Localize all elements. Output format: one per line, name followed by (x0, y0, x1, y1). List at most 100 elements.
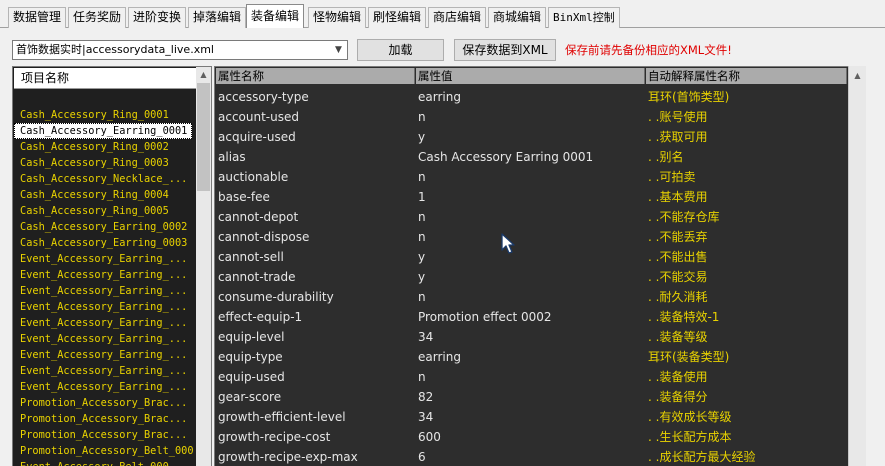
property-explain-cell: . .耐久消耗 (648, 290, 708, 304)
table-row[interactable]: alias Cash Accessory Earring 0001 . .别名 (215, 147, 865, 167)
list-item[interactable]: Event_Accessory_Earring_... (14, 379, 196, 395)
table-row[interactable]: account-used n . .账号使用 (215, 107, 865, 127)
list-item[interactable]: Event_Accessory_Earring_... (14, 251, 196, 267)
table-row[interactable]: accessory-type earring 耳环(首饰类型) (215, 87, 865, 107)
tab-monster-edit[interactable]: 怪物编辑 (308, 7, 367, 28)
table-row[interactable]: auctionable n . .可拍卖 (215, 167, 865, 187)
list-item[interactable]: Event_Accessory_Earring_... (14, 299, 196, 315)
table-row[interactable]: equip-type earring 耳环(装备类型) (215, 347, 865, 367)
table-row[interactable]: growth-efficient-level 34 . .有效成长等级 (215, 407, 865, 427)
list-item[interactable]: Event_Accessory_Earring_... (14, 347, 196, 363)
property-value-cell[interactable]: 82 (418, 387, 433, 407)
table-row[interactable]: cannot-dispose n . .不能丢弃 (215, 227, 865, 247)
property-value-cell[interactable]: n (418, 167, 426, 187)
property-value-cell[interactable]: Promotion effect 0002 (418, 307, 552, 327)
property-value-cell[interactable]: Cash Accessory Earring 0001 (418, 147, 593, 167)
property-grid-scrollbar[interactable]: ▲ (848, 66, 866, 466)
tab-mall-edit[interactable]: 商城编辑 (488, 7, 547, 28)
table-row[interactable]: cannot-sell y . .不能出售 (215, 247, 865, 267)
property-value-cell[interactable]: 1 (418, 187, 426, 207)
table-row[interactable]: cannot-trade y . .不能交易 (215, 267, 865, 287)
file-select-dropdown[interactable]: 首饰数据实时|accessorydata_live.xml ▼ (12, 40, 348, 60)
tab-advance-transform[interactable]: 进阶变换 (128, 7, 187, 28)
property-value-cell[interactable]: n (418, 287, 426, 307)
list-item[interactable]: Cash_Accessory_Ring_0002 (14, 139, 196, 155)
backup-warning-text: 保存前请先备份相应的XML文件! (565, 43, 732, 57)
property-value-cell[interactable]: y (418, 267, 425, 287)
property-value-cell[interactable]: y (418, 127, 425, 147)
list-item[interactable]: Event_Accessory_Earring_... (14, 315, 196, 331)
list-item[interactable]: Promotion_Accessory_Brac... (14, 427, 196, 443)
property-name-cell: base-fee (218, 190, 270, 204)
list-item[interactable]: Cash_Accessory_Ring_0004 (14, 187, 196, 203)
chevron-down-icon[interactable]: ▼ (330, 41, 347, 59)
property-value-cell[interactable]: earring (418, 347, 461, 367)
tab-quest-reward[interactable]: 任务奖励 (68, 7, 127, 28)
property-explain-cell: . .别名 (648, 150, 684, 164)
scroll-up-arrow-icon[interactable]: ▲ (849, 69, 866, 81)
property-explain-cell: . .有效成长等级 (648, 410, 732, 424)
list-item[interactable]: Promotion_Accessory_Brac... (14, 411, 196, 427)
list-item[interactable]: Cash_Accessory_Necklace_... (14, 171, 196, 187)
table-row[interactable]: effect-equip-1 Promotion effect 0002 . .装备… (215, 307, 865, 327)
property-value-cell[interactable]: n (418, 207, 426, 227)
tab-equipment-edit[interactable]: 装备编辑 (246, 4, 305, 28)
tab-binxml-control[interactable]: BinXml控制 (548, 7, 620, 28)
property-name-cell: alias (218, 150, 246, 164)
list-item[interactable]: Promotion_Accessory_Brac... (14, 395, 196, 411)
list-item[interactable]: Cash_Accessory_Earring_0001 (14, 123, 192, 139)
list-item[interactable]: Promotion_Accessory_Belt_000... (14, 443, 196, 459)
property-value-cell[interactable]: n (418, 107, 426, 127)
table-row[interactable]: acquire-used y . .获取可用 (215, 127, 865, 147)
property-value-cell[interactable]: 34 (418, 327, 433, 347)
column-header-auto-explain[interactable]: 自动解释属性名称 (646, 68, 847, 84)
list-item[interactable]: Cash_Accessory_Ring_0001 (14, 107, 196, 123)
table-row[interactable]: growth-recipe-exp-max 6 . .成长配方最大经验 (215, 447, 865, 466)
property-explain-cell: . .获取可用 (648, 130, 708, 144)
property-explain-cell: . .成长配方最大经验 (648, 450, 756, 464)
property-value-cell[interactable]: n (418, 367, 426, 387)
tab-drop-edit[interactable]: 掉落编辑 (188, 7, 247, 28)
scroll-up-arrow-icon[interactable]: ▲ (196, 67, 211, 82)
property-value-cell[interactable]: y (418, 247, 425, 267)
property-value-cell[interactable]: 6 (418, 447, 426, 466)
table-row[interactable]: consume-durability n . .耐久消耗 (215, 287, 865, 307)
column-header-property-name[interactable]: 属性名称 (216, 68, 415, 84)
property-value-cell[interactable]: 600 (418, 427, 441, 447)
list-item[interactable]: Event_Accessory_Earring_... (14, 363, 196, 379)
list-item[interactable]: Cash_Accessory_Ring_0003 (14, 155, 196, 171)
item-list-scrollbar[interactable]: ▲ (196, 67, 211, 466)
property-explain-cell: . .生长配方成本 (648, 430, 732, 444)
table-row[interactable]: gear-score 82 . .装备得分 (215, 387, 865, 407)
column-header-property-value[interactable]: 属性值 (416, 68, 645, 84)
property-value-cell[interactable]: n (418, 227, 426, 247)
scrollbar-thumb[interactable] (197, 83, 210, 191)
table-row[interactable]: equip-level 34 . .装备等级 (215, 327, 865, 347)
list-item[interactable]: Cash_Accessory_Earring_0002 (14, 219, 196, 235)
list-item[interactable]: Event_Accessory_Earring_... (14, 283, 196, 299)
list-item[interactable]: Event_Accessory_Belt_000... (14, 459, 196, 466)
tab-spawn-edit[interactable]: 刷怪编辑 (368, 7, 427, 28)
table-row[interactable]: equip-used n . .装备使用 (215, 367, 865, 387)
tab-shop-edit[interactable]: 商店编辑 (428, 7, 487, 28)
load-button[interactable]: 加载 (357, 39, 444, 61)
property-explain-cell: . .不能丢弃 (648, 230, 708, 244)
property-name-cell: accessory-type (218, 90, 309, 104)
grid-header: 属性名称 属性值 自动解释属性名称 (215, 67, 865, 85)
property-value-cell[interactable]: earring (418, 87, 461, 107)
list-item[interactable]: Cash_Accessory_Ring_0005 (14, 203, 196, 219)
property-value-cell[interactable]: 34 (418, 407, 433, 427)
table-row[interactable]: base-fee 1 . .基本费用 (215, 187, 865, 207)
property-name-cell: cannot-dispose (218, 230, 310, 244)
table-row[interactable]: growth-recipe-cost 600 . .生长配方成本 (215, 427, 865, 447)
save-to-xml-button[interactable]: 保存数据到XML (454, 39, 556, 61)
grid-body: accessory-type earring 耳环(首饰类型) account-use… (215, 87, 865, 466)
tab-data-management[interactable]: 数据管理 (8, 7, 67, 28)
list-item[interactable]: Event_Accessory_Earring_... (14, 331, 196, 347)
property-name-cell: cannot-sell (218, 250, 284, 264)
list-item[interactable]: Cash_Accessory_Earring_0003 (14, 235, 196, 251)
list-item[interactable]: Event_Accessory_Earring_... (14, 267, 196, 283)
item-list-header[interactable]: 项目名称 (14, 68, 197, 89)
table-row[interactable]: cannot-depot n . .不能存仓库 (215, 207, 865, 227)
property-name-cell: gear-score (218, 390, 282, 404)
